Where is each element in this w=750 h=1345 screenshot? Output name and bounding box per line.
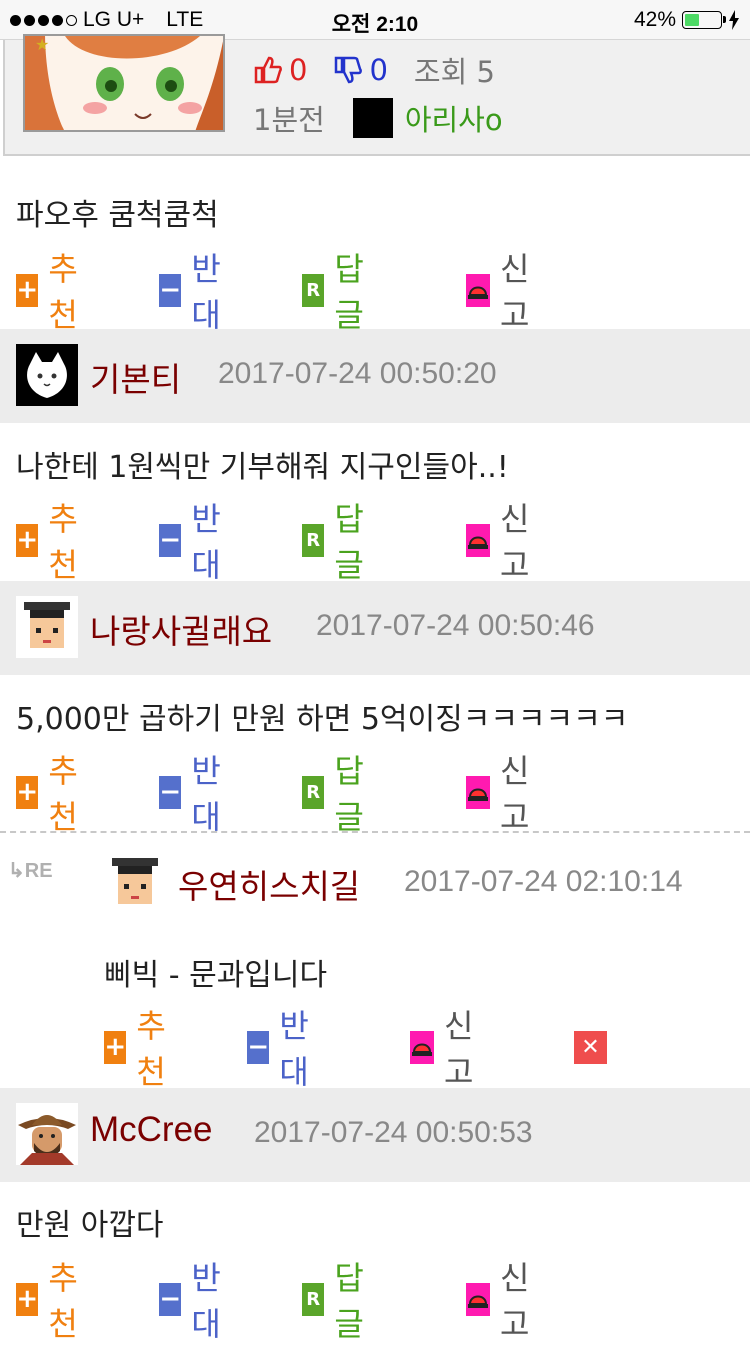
reply-time: 2017-07-24 02:10:14 [404,865,683,898]
oppose-button[interactable]: − 반대 [159,250,231,334]
comment-header: McCree 2017-07-24 00:50:53 [0,1088,750,1182]
oppose-button[interactable]: − 반대 [159,752,231,836]
plus-icon: + [16,273,39,307]
comment-time: 2017-07-24 00:50:53 [254,1116,533,1149]
siren-icon [466,1282,490,1316]
recommend-button[interactable]: + 추천 [16,500,88,584]
recommend-button[interactable]: + 추천 [16,1259,88,1343]
dislike-count: 0 [369,53,388,87]
comment-text: 나한테 1원씩만 기부해줘 지구인들아..! [16,450,509,485]
plus-icon: + [16,1282,39,1316]
oppose-button[interactable]: − 반대 [247,1007,319,1091]
commenter-avatar[interactable] [16,344,78,406]
reply-button[interactable]: R 답글 [302,250,374,334]
comment-header: 나랑사귈래요 2017-07-24 00:50:46 [0,581,750,675]
minus-icon: − [247,1030,270,1064]
delete-button[interactable]: ✕ [574,1027,617,1067]
commenter-name[interactable]: McCree [90,1110,213,1150]
recommend-button[interactable]: + 추천 [16,752,88,836]
view-count: 조회 5 [413,55,495,89]
report-button[interactable]: 신고 [466,1259,538,1343]
reply-author-avatar[interactable] [104,852,166,914]
minus-icon: − [159,273,182,307]
commenter-name[interactable]: 나랑사귈래요 [90,605,272,653]
siren-icon [466,775,490,809]
reply-r-icon: R [302,775,325,809]
battery-percent: 42% [633,8,676,31]
comment-text: 파오후 쿰척쿰척 [16,198,219,233]
report-button[interactable]: 신고 [466,250,538,334]
reply-button[interactable]: R 답글 [302,752,374,836]
author-badge [352,98,393,138]
post-meta: 0 0 조회 5 1분전 아리사o [253,46,503,142]
comment-text: 5,000만 곱하기 만원 하면 5억이징ㅋㅋㅋㅋㅋㅋ [16,702,629,737]
comment-time: 2017-07-24 00:50:20 [218,357,497,390]
post-time: 1분전 [253,103,325,137]
reply-r-icon: R [302,1282,325,1316]
like-count: 0 [289,53,308,87]
commenter-avatar[interactable] [16,596,78,658]
reply-text: 삐빅 - 문과입니다 [104,958,328,993]
report-button[interactable]: 신고 [466,752,538,836]
reply-button[interactable]: R 답글 [302,1259,374,1343]
battery-info: 42% [634,8,740,32]
reply-divider [0,831,750,833]
reply-arrow-icon: ↳ [8,860,25,882]
thumbs-down-icon[interactable] [333,55,363,85]
battery-icon [682,11,726,29]
siren-icon [466,523,490,557]
reply-author-name[interactable]: 우연히스치길 [178,860,360,908]
svg-text:★: ★ [35,36,49,54]
plus-icon: + [16,523,39,557]
siren-icon [410,1030,434,1064]
minus-icon: − [159,523,182,557]
close-icon: ✕ [574,1030,607,1064]
thumbs-up-icon[interactable] [253,55,283,85]
reply-marker: ↳RE [8,860,53,882]
recommend-button[interactable]: + 추천 [16,250,88,334]
charging-bolt-icon [729,10,739,30]
oppose-button[interactable]: − 반대 [159,500,231,584]
report-button[interactable]: 신고 [410,1007,482,1091]
minus-icon: − [159,775,182,809]
plus-icon: + [16,775,39,809]
reply-r-icon: R [302,273,325,307]
post-author-name[interactable]: 아리사o [405,97,503,139]
comment-text: 만원 아깝다 [16,1208,164,1243]
comment-header: 기본티 2017-07-24 00:50:20 [0,329,750,423]
commenter-name[interactable]: 기본티 [90,353,181,401]
siren-icon [466,273,490,307]
recommend-button[interactable]: + 추천 [104,1007,176,1091]
report-button[interactable]: 신고 [466,500,538,584]
post-header: ★ 0 0 조회 5 1분전 아리사o [3,34,750,156]
plus-icon: + [104,1030,127,1064]
commenter-avatar[interactable] [16,1103,78,1165]
reply-button[interactable]: R 답글 [302,500,374,584]
reply-r-icon: R [302,523,325,557]
post-author-avatar[interactable]: ★ [23,34,225,132]
comment-time: 2017-07-24 00:50:46 [316,609,595,642]
minus-icon: − [159,1282,182,1316]
oppose-button[interactable]: − 반대 [159,1259,231,1343]
